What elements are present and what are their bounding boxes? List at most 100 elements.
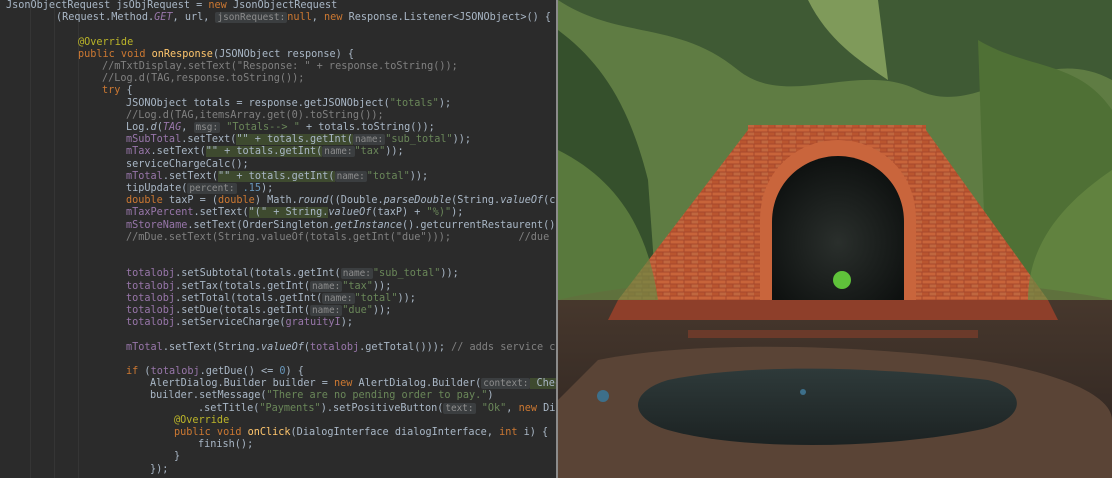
code-token: if [126,366,139,377]
code-token: new [208,0,227,11]
indent-guide [30,0,31,478]
code-line[interactable]: JsonObjectRequest jsObjRequest = new Jso… [6,0,337,12]
code-line[interactable]: //mTxtDisplay.setText("Response: " + res… [102,61,458,73]
code-token: ) Math. [254,195,298,207]
code-line[interactable]: //Log.d(TAG,itemsArray.get(0).toString()… [126,110,384,122]
code-token: taxP = ( [162,195,219,207]
code-token: , url, [172,12,216,24]
code-line[interactable]: totalobj.setTax(totals.getInt(name: "tax"… [126,280,392,293]
code-token: } [174,451,181,463]
code-line[interactable]: } [174,451,180,463]
code-editor[interactable]: JsonObjectRequest jsObjRequest = new Jso… [0,0,556,478]
code-token: ().getcurrentRestaurent()); [402,219,556,231]
code-line[interactable]: totalobj.setTotal(totals.getInt(name: "to… [126,292,416,305]
code-token: .setText( [193,207,249,219]
code-line[interactable]: tipUpdate(percent: .15); [126,183,273,195]
code-token: }); [150,463,169,475]
code-token: "" + totals.getInt( [218,170,335,182]
code-line[interactable]: totalobj.setServiceCharge(gratuityI); [126,317,353,329]
code-line[interactable]: //mDue.setText(String.valueOf(totals.get… [126,232,556,244]
code-token: AlertDialog.Builder( [352,378,482,390]
code-token: mTax [126,146,151,158]
code-token: tipUpdate( [126,183,188,194]
code-line[interactable]: serviceChargeCalc(); [126,159,249,171]
code-token: serviceChargeCalc(); [126,158,249,170]
code-token: ( [138,366,151,377]
code-line[interactable]: totalobj.setSubtotal(totals.getInt(name:… [126,268,459,280]
code-line[interactable]: (Request.Method.GET, url, jsonRequest: nu… [56,12,551,24]
code-token: )); [385,146,404,158]
code-line[interactable]: AlertDialog.Builder builder = new AlertD… [150,378,556,390]
code-token: @Override [78,36,134,48]
code-token: "(" + String. [248,207,329,219]
code-line[interactable]: @Override [174,415,229,427]
code-token: )); [372,280,392,292]
code-token: .setTax(totals.getInt( [175,280,311,292]
code-token: totalobj [126,292,176,304]
code-line[interactable]: public void onResponse(JSONObject respon… [78,49,354,61]
code-token: JSONObject totals = response.getJSONObje… [126,97,390,109]
code-token: TAG [162,122,182,133]
code-token: .setTotal(totals.getInt( [175,292,323,304]
code-line[interactable]: JSONObject totals = response.getJSONObje… [126,98,451,110]
code-line[interactable]: totalobj.setDue(totals.getInt(name: "due"… [126,305,391,317]
indent-guide [78,0,79,478]
code-token: ); [451,207,464,219]
code-token: //Log.d(TAG,response.toString()); [102,73,305,85]
code-token: builder.setMessage( [150,390,267,402]
code-token: "total" [366,170,410,182]
code-token: .setText( [162,170,219,182]
code-line[interactable]: .setTitle("Payments").setPositiveButton(… [198,402,556,415]
code-token: public void [174,427,248,438]
code-token: .setText( [181,134,237,146]
code-line[interactable]: mTax.setText("" + totals.getInt(name: "ta… [126,146,404,158]
code-line[interactable]: @Override [78,37,133,49]
parameter-hint: jsonRequest: [215,12,288,24]
code-line[interactable]: double taxP = (double) Math.round((Doubl… [126,195,556,207]
code-line[interactable]: finish(); [198,439,253,451]
code-token: ).setPositiveButton( [320,402,444,414]
code-token: (DialogInterface dialogInterface, [290,427,500,438]
code-line[interactable]: public void onClick(DialogInterface dial… [174,427,548,439]
code-line[interactable]: if (totalobj.getDue() <= 0) { [126,366,304,378]
code-token: "" + totals.getInt( [205,146,323,158]
code-line[interactable]: mTaxPercent.setText("(" + String.valueOf… [126,207,463,219]
code-line[interactable]: Log.d(TAG, msg: "Totals--> " + totals.to… [126,122,435,134]
code-token: ); [261,183,274,194]
code-line[interactable]: mTotal.setText(String.valueOf(totalobj.g… [126,342,556,354]
code-token: , [311,12,325,24]
code-token: (String. [451,195,501,207]
code-token: "due" [342,305,373,316]
code-token: AlertDialog.Builder builder = [150,378,335,390]
code-token: public void [78,48,152,60]
code-token: ); [340,317,353,329]
code-token: ); [438,97,452,109]
code-token: "" + totals.getInt( [236,134,353,146]
code-token: , [181,122,194,133]
culvert-photo [558,0,1112,478]
indent-guide [54,0,55,478]
code-token: totalobj [126,317,176,329]
code-line[interactable]: }); [150,464,168,476]
code-token: "tax" [342,280,373,292]
code-token: totalobj [126,305,176,316]
code-token: // adds service cha [451,341,556,353]
code-token: valueOf [260,341,304,353]
code-token: mTotal [126,341,163,353]
code-token: (JSONObject response) { [212,48,355,60]
code-line[interactable]: mTotal.setText("" + totals.getInt(name: "… [126,170,428,183]
code-token: .setText( [150,146,206,158]
parameter-hint: name: [322,292,355,304]
code-line[interactable]: builder.setMessage("There are no pending… [150,390,494,402]
code-line[interactable]: mStoreName.setText(OrderSingleton.getIns… [126,220,556,232]
code-token: "Totals--> " [226,122,300,133]
code-token: new [518,402,537,414]
code-token: getInstance [334,219,403,231]
code-token: )); [372,305,392,316]
code-line[interactable]: try { [102,85,133,97]
code-line[interactable]: mSubTotal.setText("" + totals.getInt(nam… [126,134,471,146]
code-token: "%)" [426,207,452,219]
code-token: Checkou [530,378,556,390]
code-token: GET [154,12,173,24]
code-line[interactable]: //Log.d(TAG,response.toString()); [102,73,304,85]
